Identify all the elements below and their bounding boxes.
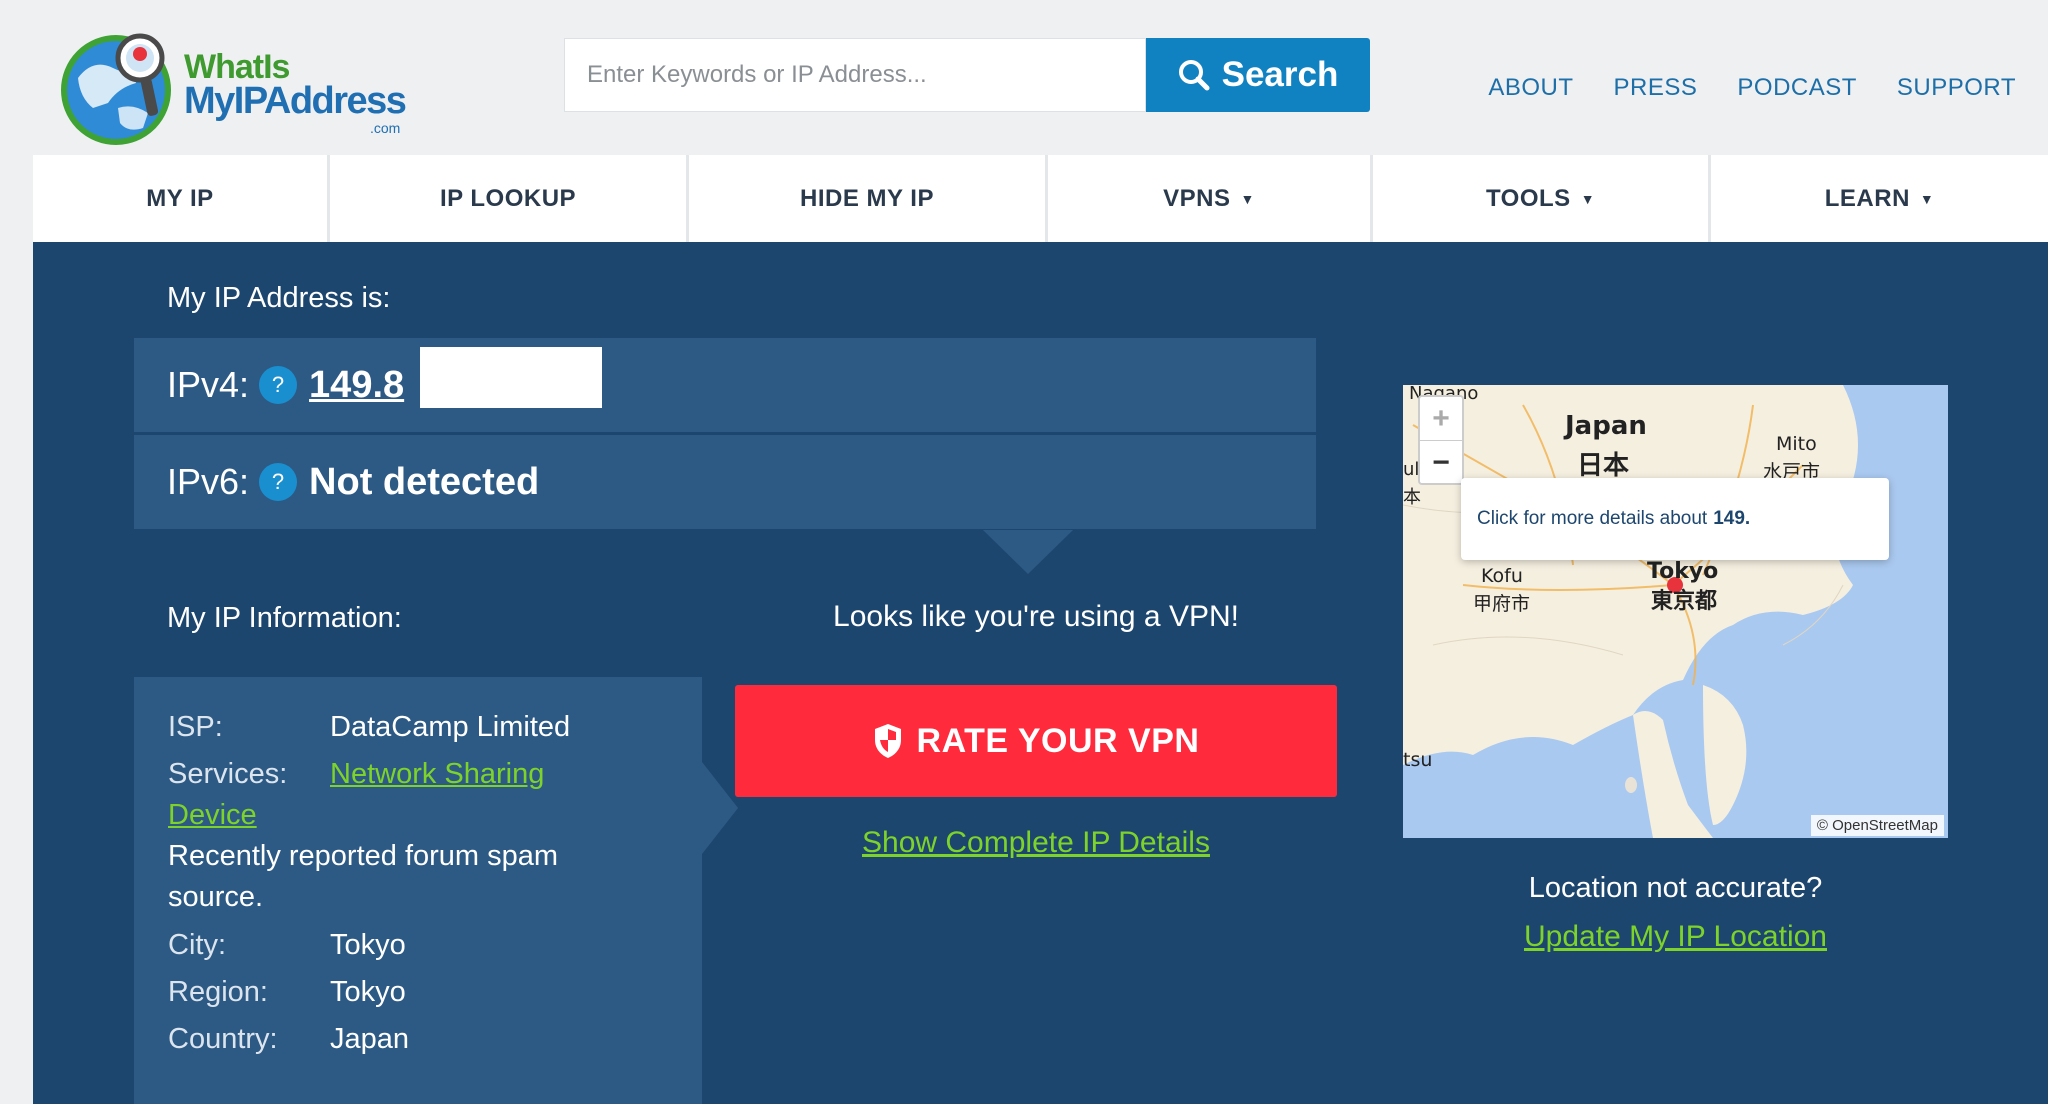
map-label-tokyo: Tokyo bbox=[1647, 559, 1719, 584]
map-label-kofu-kanji: 甲府市 bbox=[1473, 593, 1531, 615]
info-heading: My IP Information: bbox=[167, 602, 402, 634]
redaction-box bbox=[420, 347, 602, 408]
logo-text-line2: MyIPAddress bbox=[184, 80, 407, 122]
map-label-tokyo-kanji: 東京都 bbox=[1651, 589, 1718, 614]
ipv4-value[interactable]: 149.8 bbox=[309, 364, 404, 407]
help-icon[interactable]: ? bbox=[259, 366, 298, 404]
city-value: Tokyo bbox=[330, 929, 406, 961]
rate-vpn-label: RATE YOUR VPN bbox=[916, 721, 1200, 760]
region-label: Region: bbox=[168, 976, 268, 1008]
nav-item-ip-lookup[interactable]: IP LOOKUP bbox=[330, 155, 686, 242]
map-zoom-control: + − bbox=[1418, 395, 1464, 485]
globe-magnifier-icon bbox=[61, 33, 171, 145]
nav-item-vpns[interactable]: VPNS ▼ bbox=[1048, 155, 1370, 242]
ipv6-row: IPv6: ? Not detected bbox=[134, 435, 1316, 529]
chevron-down-icon: ▼ bbox=[1580, 190, 1596, 207]
nav-item-label: MY IP bbox=[146, 184, 214, 212]
show-details-link[interactable]: Show Complete IP Details bbox=[735, 826, 1337, 860]
country-value: Japan bbox=[330, 1023, 410, 1055]
search-button[interactable]: Search bbox=[1146, 38, 1370, 112]
map-label-edge: ul bbox=[1403, 459, 1420, 480]
help-icon[interactable]: ? bbox=[259, 463, 298, 501]
isp-value: DataCamp Limited bbox=[330, 711, 571, 743]
info-box-arrow bbox=[702, 762, 738, 854]
location-question: Location not accurate? bbox=[1528, 872, 1823, 904]
region-value: Tokyo bbox=[330, 976, 406, 1008]
map-popup[interactable]: Click for more details about 149. bbox=[1461, 478, 1889, 560]
map-popup-text: Click for more details about bbox=[1477, 508, 1708, 529]
update-location-link[interactable]: Update My IP Location bbox=[1403, 920, 1948, 954]
ipv6-label: IPv6: bbox=[167, 461, 250, 502]
nav-item-my-ip[interactable]: MY IP bbox=[33, 155, 327, 242]
city-label: City: bbox=[168, 929, 226, 961]
main-nav: MY IP IP LOOKUP HIDE MY IP VPNS ▼ TOOLS … bbox=[33, 155, 2048, 242]
chevron-down-icon: ▼ bbox=[1240, 190, 1255, 207]
zoom-in-button[interactable]: + bbox=[1420, 397, 1462, 441]
zoom-out-button[interactable]: − bbox=[1420, 441, 1462, 484]
map-label-japan: Japan bbox=[1565, 411, 1647, 441]
link-support[interactable]: SUPPORT bbox=[1897, 74, 2016, 102]
search-input[interactable]: Enter Keywords or IP Address... bbox=[564, 38, 1146, 112]
nav-item-tools[interactable]: TOOLS ▼ bbox=[1373, 155, 1708, 242]
services-label: Services: bbox=[168, 758, 288, 790]
search-icon bbox=[1178, 60, 1210, 91]
services-link[interactable]: Network Sharing bbox=[330, 758, 544, 791]
site-logo[interactable]: WhatIs MyIPAddress .com bbox=[58, 28, 418, 146]
map-label-japan-kanji: 日本 bbox=[1577, 451, 1630, 481]
nav-item-label: LEARN bbox=[1824, 184, 1910, 212]
map-label-mito: Mito bbox=[1776, 433, 1817, 455]
location-map[interactable]: Nagano Japan 日本 Mito 水戸市 Kofu 甲府市 Tokyo … bbox=[1403, 385, 1948, 838]
vpn-message: Looks like you're using a VPN! bbox=[833, 600, 1239, 633]
map-attribution[interactable]: © OpenStreetMap bbox=[1810, 815, 1944, 836]
shield-icon bbox=[874, 724, 901, 758]
main-panel: My IP Address is: IPv4: ? 149.8 IPv6: ? … bbox=[33, 242, 2048, 1104]
nav-item-label: TOOLS bbox=[1485, 184, 1571, 212]
chevron-down-icon: ▼ bbox=[1919, 190, 1935, 207]
ipv6-value: Not detected bbox=[309, 460, 540, 503]
map-popup-ip: 149. bbox=[1713, 508, 1751, 529]
panel-notch bbox=[983, 530, 1073, 574]
ipv4-row: IPv4: ? 149.8 bbox=[134, 338, 1316, 432]
logo-text-line3: .com bbox=[370, 120, 401, 136]
services-link-cont[interactable]: Device bbox=[168, 799, 257, 832]
country-label: Country: bbox=[168, 1023, 278, 1055]
search-button-label: Search bbox=[1221, 55, 1339, 94]
isp-label: ISP: bbox=[168, 711, 223, 743]
ip-heading: My IP Address is: bbox=[167, 282, 391, 314]
top-links: ABOUT PRESS PODCAST SUPPORT bbox=[1488, 74, 2016, 102]
nav-item-learn[interactable]: LEARN ▼ bbox=[1711, 155, 2048, 242]
rate-vpn-button[interactable]: RATE YOUR VPN bbox=[735, 685, 1337, 797]
link-press[interactable]: PRESS bbox=[1614, 74, 1698, 102]
ip-info-box: ISP: DataCamp Limited Services: Network … bbox=[134, 677, 702, 1104]
nav-item-label: HIDE MY IP bbox=[800, 184, 934, 212]
spam-note-cont: source. bbox=[168, 881, 264, 913]
map-label-edge: 本 bbox=[1403, 487, 1421, 508]
link-podcast[interactable]: PODCAST bbox=[1737, 74, 1857, 102]
spam-note: Recently reported forum spam bbox=[168, 840, 559, 872]
ipv4-label: IPv4: bbox=[167, 364, 250, 405]
link-about[interactable]: ABOUT bbox=[1488, 74, 1573, 102]
map-label-kofu: Kofu bbox=[1481, 565, 1523, 587]
nav-item-label: VPNS bbox=[1163, 184, 1231, 212]
nav-item-hide-my-ip[interactable]: HIDE MY IP bbox=[689, 155, 1045, 242]
map-label-edge: tsu bbox=[1403, 749, 1433, 771]
nav-item-label: IP LOOKUP bbox=[439, 184, 577, 212]
